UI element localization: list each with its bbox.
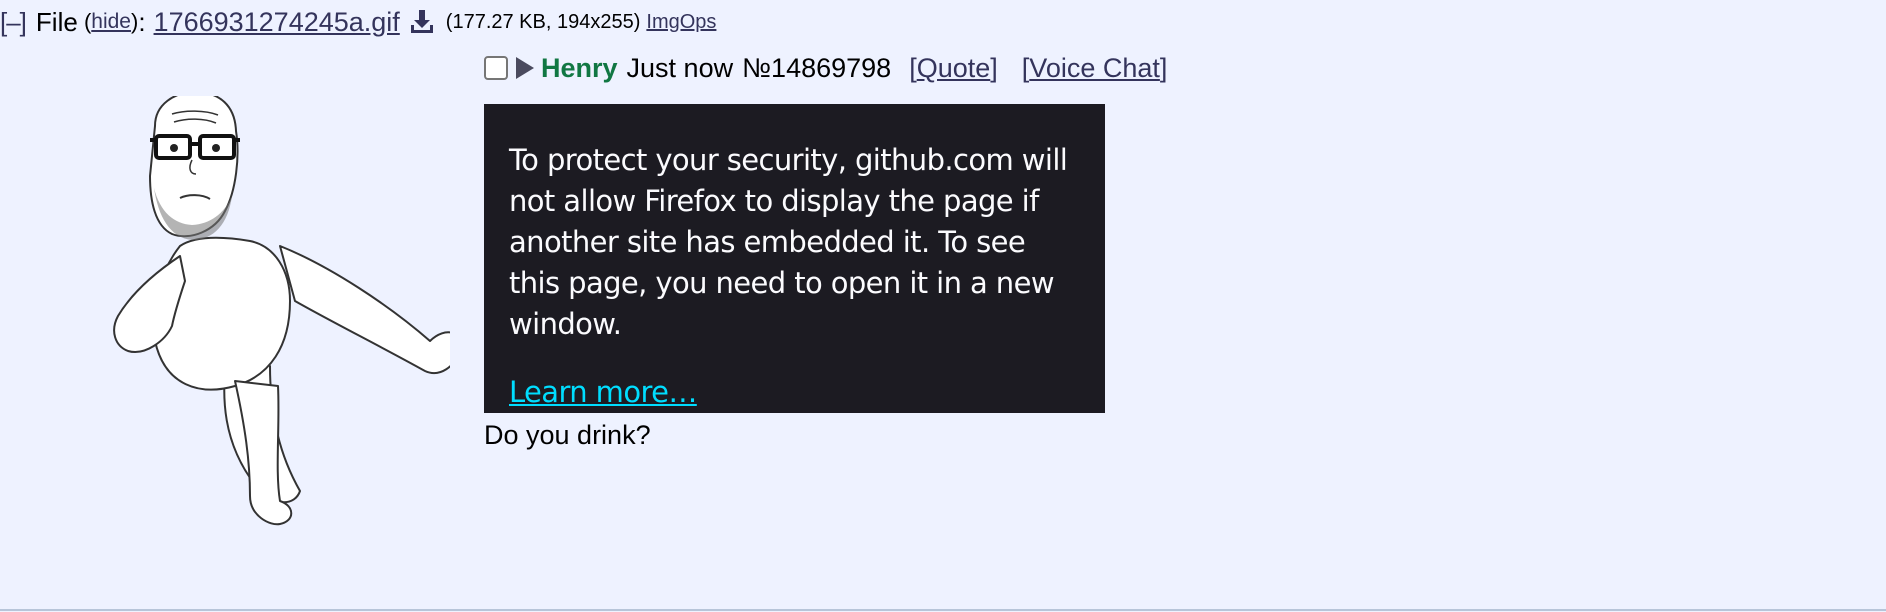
voice-chat-link[interactable]: [Voice Chat]: [1022, 53, 1168, 84]
quote-link-label: Quote: [916, 52, 991, 83]
file-name-link[interactable]: 1766931274245a.gif: [154, 7, 400, 38]
paren-close: ): [130, 9, 139, 34]
paren-open: (: [77, 9, 92, 34]
post-time: Just now: [626, 52, 734, 83]
voice-chat-link-label: Voice Chat: [1029, 52, 1160, 83]
learn-more-link[interactable]: Learn more…: [509, 375, 697, 409]
quote-link[interactable]: [Quote]: [909, 53, 998, 84]
imgops-link[interactable]: ImgOps: [646, 11, 716, 34]
file-meta: (177.27 KB, 194x255): [445, 10, 641, 33]
embed-message: To protect your security, github.com wil…: [509, 143, 1068, 341]
hide-link[interactable]: hide: [91, 10, 131, 34]
post-message: Do you drink?: [484, 420, 651, 450]
wojak-image: [113, 91, 462, 526]
divider: [0, 609, 1886, 611]
post-select-checkbox[interactable]: [484, 56, 508, 80]
post-header: Henry Just now №14869798 [Quote] [Voice …: [484, 50, 1167, 86]
download-icon[interactable]: [408, 8, 436, 36]
colon: :: [138, 6, 146, 37]
file-info: [–] File (hide): 1766931274245a.gif (177…: [0, 6, 716, 38]
collapse-toggle[interactable]: [–]: [0, 7, 27, 38]
blocked-embed-frame: To protect your security, github.com wil…: [484, 104, 1105, 413]
post-number[interactable]: №14869798: [742, 53, 891, 84]
triangle-right-icon[interactable]: [516, 57, 534, 79]
file-label: File: [35, 6, 78, 37]
poster-name: Henry: [541, 52, 618, 83]
post-thumbnail[interactable]: [110, 91, 462, 536]
